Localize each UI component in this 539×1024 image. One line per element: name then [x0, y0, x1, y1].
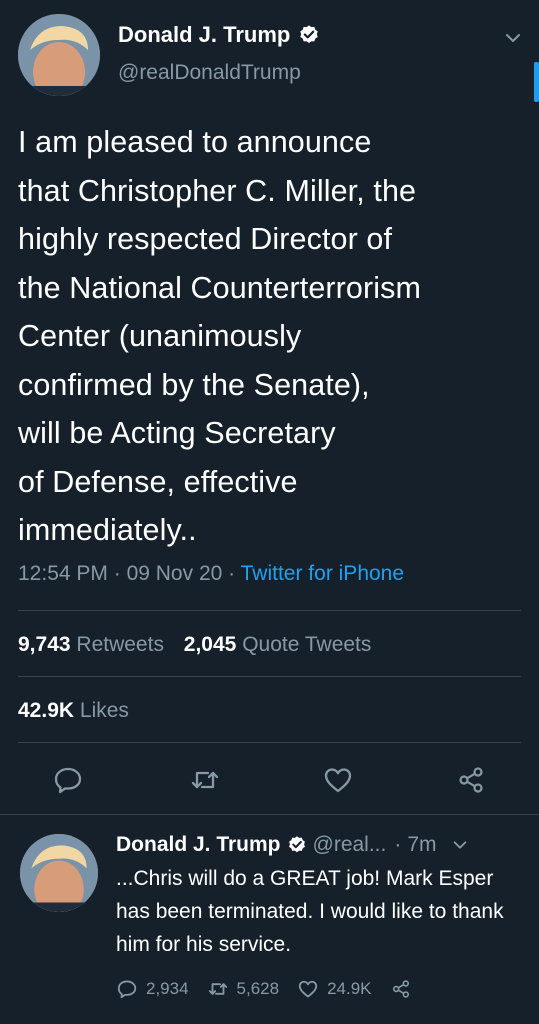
chevron-down-icon[interactable]: [451, 836, 469, 854]
tweet-meta: 12:54 PM · 09 Nov 20 · Twitter for iPhon…: [18, 558, 404, 590]
reply-time: 7m: [407, 833, 437, 856]
reply-separator: ·: [394, 833, 402, 856]
likes-label: Likes: [79, 699, 129, 722]
likes-stats[interactable]: 42.9K Likes: [18, 696, 129, 726]
tweet-time: 12:54 PM: [18, 562, 108, 585]
meta-separator-2: ·: [228, 562, 236, 585]
reply-header: Donald J. Trump @real... · 7m: [116, 830, 469, 860]
tweet-actions: [0, 760, 539, 800]
reply-count: 2,934: [146, 979, 189, 998]
like-icon: [298, 980, 318, 998]
reply-author-handle[interactable]: @real...: [313, 830, 387, 860]
quotes-label: Quote Tweets: [242, 633, 372, 656]
tweet-author: Donald J. Trump @realDonaldTrump: [118, 20, 320, 88]
reply-retweet-action[interactable]: 5,628: [207, 978, 280, 1000]
retweet-icon[interactable]: [189, 764, 221, 796]
author-name[interactable]: Donald J. Trump: [118, 20, 290, 50]
quotes-count: 2,045: [183, 633, 237, 656]
reply-text: ...Chris will do a GREAT job! Mark Esper…: [116, 867, 504, 956]
author-avatar[interactable]: [18, 14, 100, 96]
reply-icon[interactable]: [52, 764, 84, 796]
author-name-row[interactable]: Donald J. Trump: [118, 20, 320, 50]
divider: [18, 676, 521, 677]
like-count: 24.9K: [327, 979, 372, 998]
tweet-source-link[interactable]: Twitter for iPhone: [241, 562, 404, 585]
reply-author-name[interactable]: Donald J. Trump: [116, 830, 281, 860]
verified-badge-icon: [288, 836, 305, 853]
share-icon: [392, 980, 409, 998]
like-icon[interactable]: [322, 764, 354, 796]
retweets-count: 9,743: [18, 633, 71, 656]
retweet-icon: [208, 983, 227, 995]
reply-reply-action[interactable]: 2,934: [116, 978, 189, 1000]
tweet-text: I am pleased to announce that Christophe…: [18, 125, 421, 547]
reply-author-avatar[interactable]: [20, 834, 98, 912]
scrollbar[interactable]: [534, 62, 539, 102]
divider: [0, 814, 539, 815]
meta-separator: ·: [113, 562, 121, 585]
likes-count: 42.9K: [18, 699, 75, 722]
chevron-down-icon[interactable]: [503, 28, 523, 48]
retweets-label: Retweets: [76, 633, 164, 656]
retweet-stats: 9,743 Retweets 2,045 Quote Tweets: [18, 630, 371, 660]
quotes-link[interactable]: 2,045 Quote Tweets: [184, 633, 372, 656]
reply-actions: 2,934 5,628 24.9K: [116, 978, 438, 1000]
reply-share-action[interactable]: [390, 978, 420, 1000]
reply-icon: [117, 980, 137, 999]
reply-like-action[interactable]: 24.9K: [297, 978, 372, 1000]
retweet-count: 5,628: [236, 979, 280, 998]
tweet-date: 09 Nov 20: [126, 562, 223, 585]
verified-badge-icon: [300, 25, 319, 43]
divider: [18, 610, 521, 611]
author-handle[interactable]: @realDonaldTrump: [118, 58, 320, 88]
divider: [18, 742, 521, 743]
share-icon[interactable]: [455, 764, 487, 796]
retweets-link[interactable]: 9,743 Retweets: [18, 633, 164, 656]
